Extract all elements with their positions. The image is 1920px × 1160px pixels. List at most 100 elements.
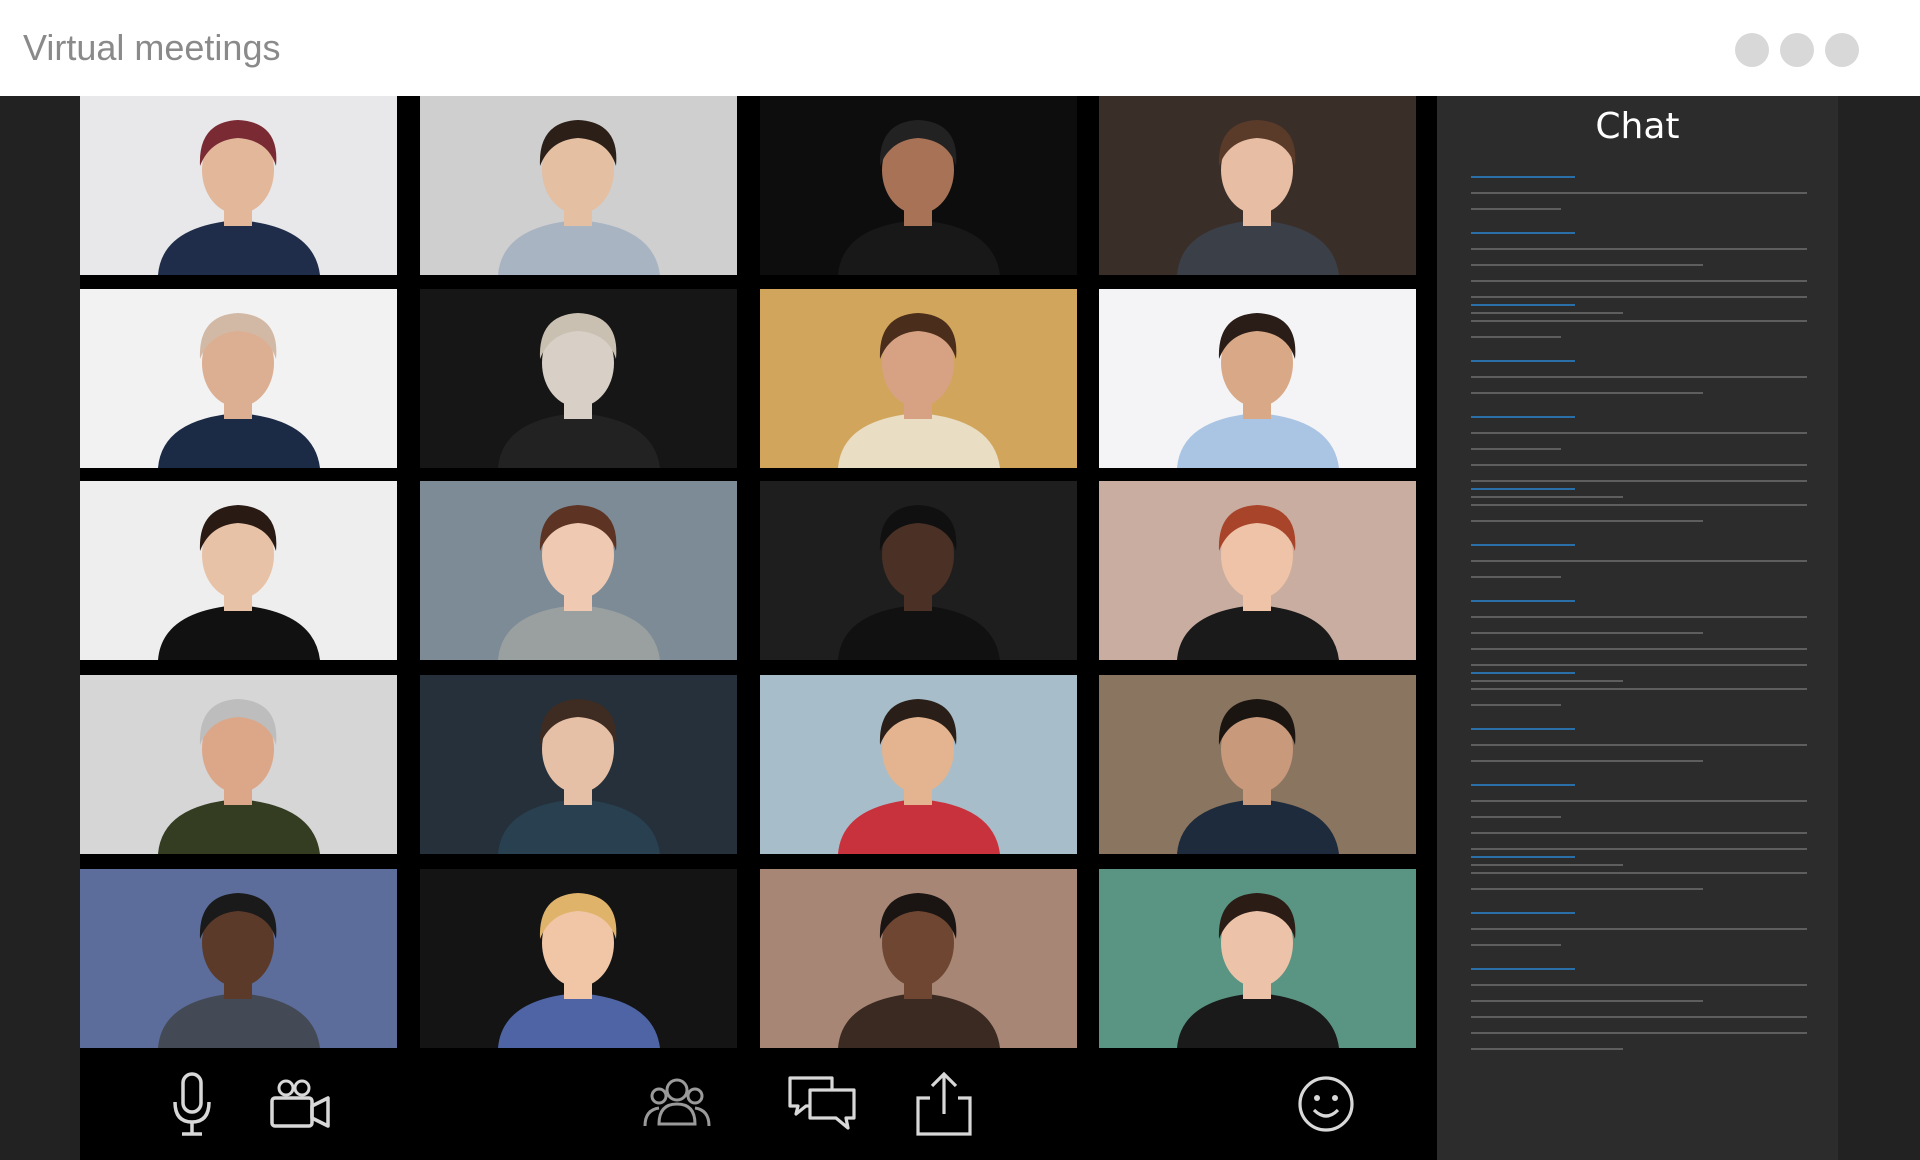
chat-message <box>1471 912 1807 968</box>
chat-message <box>1471 232 1807 314</box>
participant-tile[interactable] <box>1099 675 1416 854</box>
microphone-icon <box>173 1072 211 1136</box>
participant-video-icon <box>80 289 397 468</box>
chat-text-line <box>1471 816 1561 818</box>
participant-video-icon <box>1099 289 1416 468</box>
participant-tile[interactable] <box>1099 869 1416 1048</box>
participant-tile[interactable] <box>1099 481 1416 660</box>
participant-tile[interactable] <box>420 481 737 660</box>
chat-message <box>1471 304 1807 360</box>
participant-video-icon <box>760 675 1077 854</box>
participant-tile[interactable] <box>420 289 737 468</box>
participant-tile[interactable] <box>1099 96 1416 275</box>
participant-tile[interactable] <box>760 289 1077 468</box>
chat-text-line <box>1471 392 1703 394</box>
chat-sender-line <box>1471 856 1575 858</box>
chat-sender-line <box>1471 728 1575 730</box>
share-screen-button[interactable] <box>908 1068 980 1140</box>
left-margin <box>0 96 80 1160</box>
participant-tile[interactable] <box>760 675 1077 854</box>
chat-sender-line <box>1471 912 1575 914</box>
chat-message <box>1471 968 1807 1050</box>
chat-text-line <box>1471 800 1807 802</box>
chat-text-line <box>1471 888 1703 890</box>
chat-text-line <box>1471 296 1807 298</box>
video-camera-button[interactable] <box>264 1068 336 1140</box>
chat-sender-line <box>1471 544 1575 546</box>
participant-video-icon <box>420 481 737 660</box>
chat-text-line <box>1471 1048 1623 1050</box>
chat-text-line <box>1471 432 1807 434</box>
reactions-smiley-icon <box>1298 1076 1354 1132</box>
chat-sender-line <box>1471 176 1575 178</box>
chat-title: Chat <box>1595 106 1680 147</box>
meeting-controls-bar <box>80 1048 1437 1160</box>
participant-video-icon <box>80 96 397 275</box>
chat-text-line <box>1471 320 1807 322</box>
chat-text-line <box>1471 504 1807 506</box>
window-control-dot-2[interactable] <box>1780 33 1814 67</box>
chat-sender-line <box>1471 360 1575 362</box>
chat-message <box>1471 488 1807 544</box>
window-control-dot-3[interactable] <box>1825 33 1859 67</box>
chat-text-line <box>1471 928 1807 930</box>
participant-video-icon <box>80 869 397 1048</box>
chat-text-line <box>1471 576 1561 578</box>
chat-text-line <box>1471 832 1807 834</box>
chat-sender-line <box>1471 784 1575 786</box>
participant-tile[interactable] <box>760 96 1077 275</box>
chat-sender-line <box>1471 416 1575 418</box>
chat-text-line <box>1471 480 1807 482</box>
participant-tile[interactable] <box>80 289 397 468</box>
chat-text-line <box>1471 1032 1807 1034</box>
video-camera-icon <box>270 1079 330 1128</box>
participant-tile[interactable] <box>760 481 1077 660</box>
chat-text-line <box>1471 448 1561 450</box>
chat-panel: Chat <box>1437 96 1838 1160</box>
participant-tile[interactable] <box>420 96 737 275</box>
participant-tile[interactable] <box>760 869 1077 1048</box>
participant-tile[interactable] <box>420 675 737 854</box>
chat-message <box>1471 176 1807 232</box>
participant-video-icon <box>760 481 1077 660</box>
participant-video-icon <box>80 481 397 660</box>
chat-text-line <box>1471 616 1807 618</box>
participant-video-icon <box>1099 869 1416 1048</box>
chat-sender-line <box>1471 232 1575 234</box>
chat-sender-line <box>1471 488 1575 490</box>
participant-video-icon <box>760 869 1077 1048</box>
right-margin <box>1838 96 1920 1160</box>
chat-text-line <box>1471 944 1561 946</box>
title-bar: Virtual meetings <box>0 0 1920 96</box>
chat-text-line <box>1471 984 1807 986</box>
microphone-button[interactable] <box>156 1068 228 1140</box>
chat-text-line <box>1471 688 1807 690</box>
participant-tile[interactable] <box>1099 289 1416 468</box>
chat-sender-line <box>1471 600 1575 602</box>
participants-button[interactable] <box>641 1068 713 1140</box>
chat-text-line <box>1471 520 1703 522</box>
participant-tile[interactable] <box>80 96 397 275</box>
chat-text-line <box>1471 704 1561 706</box>
chat-text-line <box>1471 872 1807 874</box>
chat-text-line <box>1471 1016 1807 1018</box>
share-screen-icon <box>916 1071 972 1136</box>
app-title: Virtual meetings <box>23 27 281 68</box>
chat-button[interactable] <box>786 1068 858 1140</box>
chat-message-list[interactable] <box>1471 176 1807 1050</box>
video-grid <box>80 96 1437 1048</box>
chat-message <box>1471 728 1807 784</box>
participant-tile[interactable] <box>80 675 397 854</box>
window-control-dot-1[interactable] <box>1735 33 1769 67</box>
participant-tile[interactable] <box>420 869 737 1048</box>
reactions-button[interactable] <box>1290 1068 1362 1140</box>
participant-tile[interactable] <box>80 481 397 660</box>
chat-text-line <box>1471 632 1703 634</box>
chat-message <box>1471 672 1807 728</box>
participant-video-icon <box>760 289 1077 468</box>
participant-video-icon <box>420 675 737 854</box>
participant-tile[interactable] <box>80 869 397 1048</box>
participants-icon <box>643 1078 711 1127</box>
chat-message <box>1471 360 1807 416</box>
chat-text-line <box>1471 280 1807 282</box>
